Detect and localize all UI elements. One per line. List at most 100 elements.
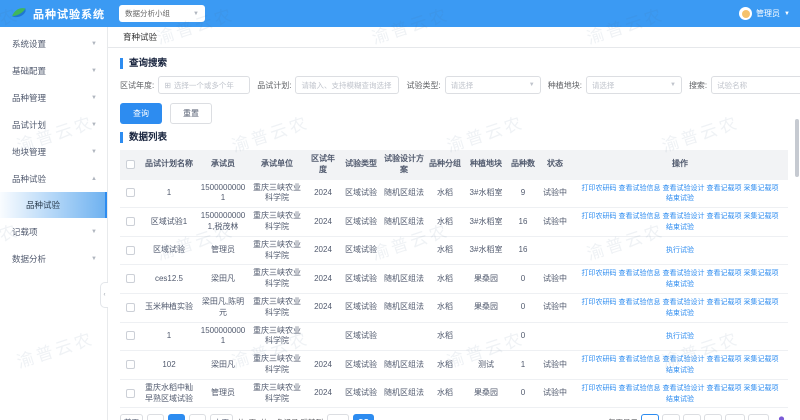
search-field-2: 试验类型:▼ — [406, 76, 540, 94]
operation-link-2[interactable]: 查看试验设计 — [663, 185, 705, 192]
operation-link-3[interactable]: 查看记载项 — [707, 185, 742, 192]
operation-link-1[interactable]: 查看试验信息 — [619, 299, 661, 306]
operation-link-3[interactable]: 查看记载项 — [707, 213, 742, 220]
operation-link-5[interactable]: 结束试验 — [666, 281, 694, 288]
operation-link-5[interactable]: 结束试验 — [666, 396, 694, 403]
tab-bar: 育种试验 — [108, 27, 800, 48]
sidebar-item-6[interactable]: 记载项▼ — [0, 218, 107, 245]
page-size-option-40[interactable]: 40 — [662, 414, 680, 420]
operation-link-5[interactable]: 结束试验 — [666, 195, 694, 202]
chevron-up-icon: ▲ — [91, 176, 97, 182]
operation-link-2[interactable]: 查看试验设计 — [663, 299, 705, 306]
text-input[interactable] — [301, 81, 393, 90]
go-button[interactable]: GO — [353, 414, 374, 420]
content-scrollbar-thumb[interactable] — [795, 119, 799, 177]
operation-link-3[interactable]: 查看记载项 — [707, 356, 742, 363]
row-checkbox[interactable] — [126, 331, 135, 340]
row-checkbox[interactable] — [126, 217, 135, 226]
cell-type: 区域试验 — [340, 293, 382, 322]
first-page-button[interactable]: 首页 — [120, 414, 143, 420]
operation-link-2[interactable]: 查看试验设计 — [663, 270, 705, 277]
sidebar-item-1[interactable]: 基础配置▼ — [0, 57, 107, 84]
user-avatar[interactable] — [739, 7, 752, 20]
sidebar-item-4[interactable]: 地块管理▼ — [0, 138, 107, 165]
sidebar-item-3[interactable]: 品试计划▼ — [0, 111, 107, 138]
row-checkbox[interactable] — [126, 274, 135, 283]
operation-link-4[interactable]: 采集记载项 — [744, 213, 779, 220]
operation-link-1[interactable]: 查看试验信息 — [619, 270, 661, 277]
row-checkbox[interactable] — [126, 188, 135, 197]
sidebar-item-label: 地块管理 — [12, 146, 46, 158]
sidebar-item-7[interactable]: 数据分析▼ — [0, 245, 107, 272]
operation-link-0[interactable]: 打印农研码 — [582, 299, 617, 306]
sidebar-collapse-handle[interactable]: ‹ — [100, 282, 108, 308]
last-page-button[interactable]: 末页 — [210, 414, 233, 420]
content-card: 查询搜索 区试年度:⊞品试计划:试验类型:▼种植地块:▼搜索: 查询 重置 数据… — [108, 48, 800, 420]
page-size-option-20[interactable]: 20 — [641, 414, 659, 420]
current-page-button[interactable]: 1 — [168, 414, 185, 420]
operation-link-4[interactable]: 采集记载项 — [744, 385, 779, 392]
operation-link-1[interactable]: 查看试验信息 — [619, 213, 661, 220]
table-row: ces12.5梁田凡重庆三峡农业科学院2024区域试验随机区组法水稻果桑园0试验… — [120, 265, 788, 294]
row-checkbox-cell — [120, 208, 140, 237]
query-button[interactable]: 查询 — [120, 103, 162, 124]
operation-link-0[interactable]: 执行试验 — [666, 333, 694, 340]
operation-link-1[interactable]: 查看试验信息 — [619, 385, 661, 392]
select-box[interactable]: ▼ — [445, 76, 541, 94]
operation-link-5[interactable]: 结束试验 — [666, 367, 694, 374]
operation-link-0[interactable]: 打印农研码 — [582, 213, 617, 220]
calendar-icon: ⊞ — [164, 81, 171, 90]
operation-link-5[interactable]: 结束试验 — [666, 224, 694, 231]
select-value[interactable] — [451, 81, 526, 90]
chevron-down-icon[interactable]: ▼ — [784, 11, 790, 17]
tab-breeding-trial[interactable]: 育种试验 — [123, 31, 157, 43]
row-checkbox[interactable] — [126, 389, 135, 398]
reset-button[interactable]: 重置 — [170, 103, 212, 124]
sidebar-item-5[interactable]: 品种试验▲ — [0, 165, 107, 192]
row-checkbox[interactable] — [126, 246, 135, 255]
operation-link-4[interactable]: 采集记载项 — [744, 356, 779, 363]
operation-link-3[interactable]: 查看记载项 — [707, 270, 742, 277]
select-all-checkbox[interactable] — [126, 160, 135, 169]
operation-link-5[interactable]: 结束试验 — [666, 310, 694, 317]
operation-link-0[interactable]: 打印农研码 — [582, 185, 617, 192]
page-size-option-100[interactable]: 100 — [725, 414, 746, 420]
cell-unit: 重庆三峡农业科学院 — [248, 351, 306, 380]
input-box[interactable]: ⊞ — [158, 76, 250, 94]
operation-link-1[interactable]: 查看试验信息 — [619, 356, 661, 363]
next-page-button[interactable]: › — [189, 414, 206, 420]
operation-link-3[interactable]: 查看记载项 — [707, 385, 742, 392]
select-value[interactable] — [592, 81, 667, 90]
username-label[interactable]: 管理员 — [756, 8, 780, 19]
sidebar-subitem-5-0[interactable]: 品种试验 — [0, 192, 107, 218]
cell-tester: 管理员 — [198, 379, 248, 408]
input-box[interactable] — [711, 76, 800, 94]
jump-page-input[interactable] — [327, 414, 349, 420]
team-selector-dropdown[interactable]: 数据分析小组 ▼ — [119, 5, 205, 22]
select-box[interactable]: ▼ — [586, 76, 682, 94]
sidebar-item-2[interactable]: 品种管理▼ — [0, 84, 107, 111]
operation-link-0[interactable]: 执行试验 — [666, 247, 694, 254]
operation-link-2[interactable]: 查看试验设计 — [663, 356, 705, 363]
theme-flower-icon[interactable] — [775, 416, 788, 420]
operation-link-0[interactable]: 打印农研码 — [582, 356, 617, 363]
row-checkbox[interactable] — [126, 303, 135, 312]
prev-page-button[interactable]: ‹ — [147, 414, 164, 420]
operation-link-0[interactable]: 打印农研码 — [582, 270, 617, 277]
text-input[interactable] — [174, 81, 244, 90]
operation-link-3[interactable]: 查看记载项 — [707, 299, 742, 306]
operation-link-4[interactable]: 采集记载项 — [744, 270, 779, 277]
page-size-option-200[interactable]: 200 — [748, 414, 769, 420]
page-size-option-80[interactable]: 80 — [704, 414, 722, 420]
page-size-option-60[interactable]: 60 — [683, 414, 701, 420]
text-input[interactable] — [717, 81, 800, 90]
row-checkbox[interactable] — [126, 360, 135, 369]
operation-link-1[interactable]: 查看试验信息 — [619, 185, 661, 192]
operation-link-2[interactable]: 查看试验设计 — [663, 213, 705, 220]
operation-link-0[interactable]: 打印农研码 — [582, 385, 617, 392]
operation-link-2[interactable]: 查看试验设计 — [663, 385, 705, 392]
sidebar-item-0[interactable]: 系统设置▼ — [0, 30, 107, 57]
input-box[interactable] — [295, 76, 399, 94]
operation-link-4[interactable]: 采集记载项 — [744, 185, 779, 192]
operation-link-4[interactable]: 采集记载项 — [744, 299, 779, 306]
